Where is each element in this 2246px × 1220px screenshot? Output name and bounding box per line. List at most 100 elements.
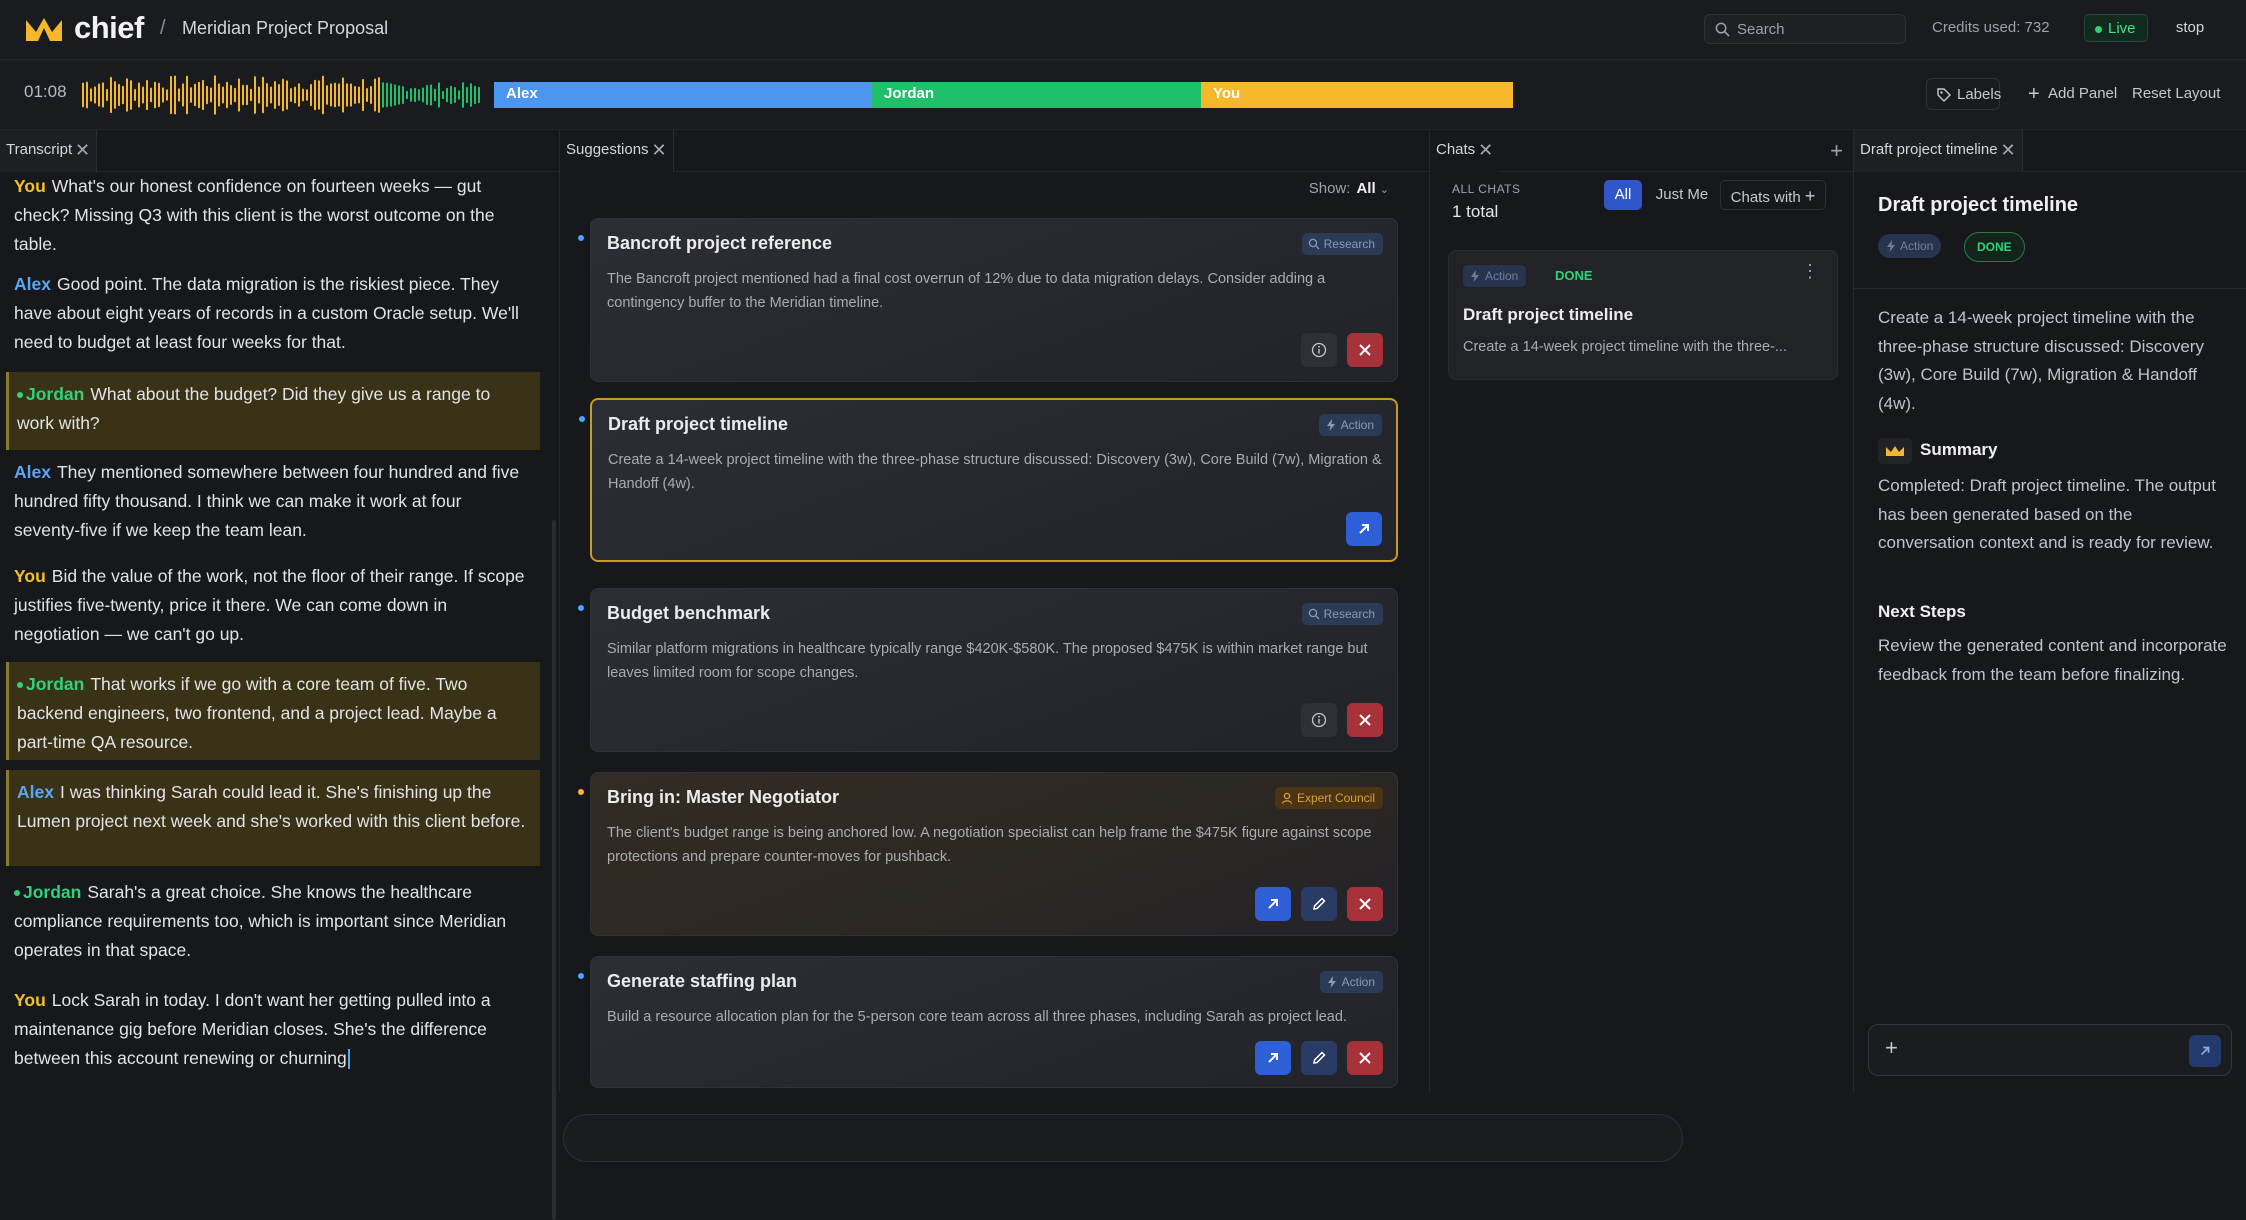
suggestion-title: Generate staffing plan — [607, 971, 798, 991]
dismiss-button[interactable] — [1347, 1041, 1383, 1075]
speaker-segment-jordan[interactable]: Jordan — [872, 82, 1201, 108]
waveform-bar — [406, 90, 408, 100]
waveform-bar — [462, 82, 464, 108]
suggestions-panel: Suggestions ✕ Show: All ⌄ Bancroft project… — [560, 130, 1430, 1092]
detail-chat-input[interactable]: + — [1868, 1024, 2232, 1076]
labels-button[interactable]: Labels — [1926, 78, 2001, 110]
waveform-bar — [122, 85, 124, 105]
filter-all-button[interactable]: All — [1604, 180, 1642, 210]
badge-label: Research — [1323, 237, 1375, 251]
show-filter-dropdown[interactable]: Show: All ⌄ — [1309, 180, 1389, 197]
dismiss-button[interactable] — [1347, 703, 1383, 737]
waveform-bar — [226, 81, 228, 109]
waveform-bar — [198, 81, 200, 109]
audio-waveform — [82, 75, 480, 115]
suggestion-card[interactable]: Bring in: Master Negotiator Expert Counc… — [578, 772, 1398, 936]
dismiss-button[interactable] — [1347, 333, 1383, 367]
tab-chats[interactable]: Chats ✕ — [1430, 130, 1500, 172]
info-button[interactable] — [1301, 333, 1337, 367]
edit-button[interactable] — [1301, 1041, 1337, 1075]
waveform-bar — [182, 83, 184, 107]
waveform-bar — [286, 80, 288, 110]
waveform-bar — [378, 77, 380, 113]
tab-suggestions[interactable]: Suggestions ✕ — [560, 130, 674, 172]
waveform-bar — [126, 78, 128, 112]
suggestion-card[interactable]: Budget benchmark Research Similar platfo… — [578, 588, 1398, 752]
waveform-bar — [98, 83, 100, 107]
suggestion-card-selected[interactable]: Draft project timeline Action Create a 1… — [579, 398, 1398, 562]
waveform-bar — [174, 75, 176, 115]
project-title[interactable]: Meridian Project Proposal — [182, 18, 388, 39]
close-icon[interactable]: ✕ — [1478, 130, 1493, 170]
speaker-segment-alex[interactable]: Alex — [494, 82, 872, 108]
tab-draft-project-timeline[interactable]: Draft project timeline ✕ — [1854, 130, 2023, 172]
next-steps-text: Review the generated content and incorpo… — [1878, 636, 2227, 684]
waveform-bar — [94, 86, 96, 104]
breadcrumb-separator: / — [160, 17, 166, 39]
message-text: That works if we go with a core team of … — [17, 674, 497, 752]
open-button[interactable] — [1255, 887, 1291, 921]
suggestion-card[interactable]: Generate staffing plan Action Build a re… — [578, 956, 1398, 1088]
waveform-bar — [450, 85, 452, 105]
send-button[interactable] — [2189, 1035, 2221, 1067]
transcript-message: Alex They mentioned somewhere between fou… — [6, 450, 540, 553]
waveform-bar — [410, 88, 412, 102]
info-button[interactable] — [1301, 703, 1337, 737]
transcript-message: Alex Good point. The data migration is th… — [6, 262, 540, 365]
filter-just-me-button[interactable]: Just Me — [1648, 180, 1716, 210]
speaker-name: Jordan — [26, 674, 85, 694]
action-badge: Action — [1318, 414, 1382, 436]
waveform-bar — [114, 81, 116, 109]
chat-card[interactable]: Action DONE ⋮ Draft project timeline Cre… — [1448, 250, 1838, 380]
badge-label: Research — [1323, 607, 1375, 621]
close-icon[interactable]: ✕ — [2000, 130, 2015, 170]
action-badge: Action — [1319, 971, 1383, 993]
close-icon[interactable]: ✕ — [651, 130, 666, 170]
transcript-scrollbar[interactable] — [552, 520, 556, 1220]
waveform-bar — [302, 88, 304, 102]
arrow-up-right-icon — [1359, 524, 1369, 534]
more-options-icon[interactable]: ⋮ — [1801, 262, 1819, 280]
waveform-bar — [162, 87, 164, 103]
unread-dot-icon — [578, 789, 584, 795]
search-box[interactable]: Search — [1704, 14, 1906, 44]
waveform-bar — [326, 85, 328, 105]
badge-label: Action — [1900, 239, 1934, 253]
filter-chats-with-button[interactable]: Chats with + — [1720, 180, 1826, 210]
open-button[interactable] — [1346, 512, 1382, 546]
dismiss-button[interactable] — [1347, 887, 1383, 921]
pencil-icon — [1313, 897, 1326, 910]
waveform-bar — [134, 88, 136, 102]
plus-icon[interactable]: + — [1885, 1035, 1898, 1061]
waveform-bar — [254, 76, 256, 114]
transcript-message-highlighted: Jordan That works if we go with a core te… — [6, 662, 540, 760]
action-badge: Action — [1463, 265, 1527, 287]
speaker-segment-you[interactable]: You — [1201, 82, 1513, 108]
live-dot-icon — [2095, 26, 2102, 33]
suggestion-title: Bancroft project reference — [607, 233, 833, 253]
open-button[interactable] — [1255, 1041, 1291, 1075]
speaker-name: You — [14, 566, 46, 586]
suggestion-input[interactable] — [563, 1114, 1683, 1162]
chief-logo-icon — [1886, 446, 1904, 456]
expert-council-badge: Expert Council — [1274, 787, 1383, 809]
speaker-name: Alex — [17, 782, 54, 802]
waveform-bar — [202, 79, 204, 111]
search-icon — [1308, 238, 1320, 250]
bolt-icon — [1327, 976, 1336, 988]
chat-title: Draft project timeline — [1463, 305, 1634, 324]
suggestion-body: The client's budget range is being ancho… — [607, 825, 1372, 865]
waveform-bar — [190, 87, 192, 103]
stop-button[interactable]: stop — [2156, 14, 2224, 42]
new-chat-plus-icon[interactable]: + — [1830, 138, 1843, 164]
close-icon — [1359, 1052, 1371, 1064]
edit-button[interactable] — [1301, 887, 1337, 921]
waveform-bar — [258, 86, 260, 104]
reset-layout-button[interactable]: Reset Layout — [2132, 78, 2220, 110]
research-badge: Research — [1301, 603, 1383, 625]
add-panel-button[interactable]: + Add Panel — [2028, 78, 2117, 110]
search-icon — [1715, 22, 1730, 37]
speaker-name: Jordan — [23, 882, 82, 902]
summary-icon — [1878, 438, 1912, 464]
suggestion-card[interactable]: Bancroft project reference Research The … — [578, 218, 1398, 382]
